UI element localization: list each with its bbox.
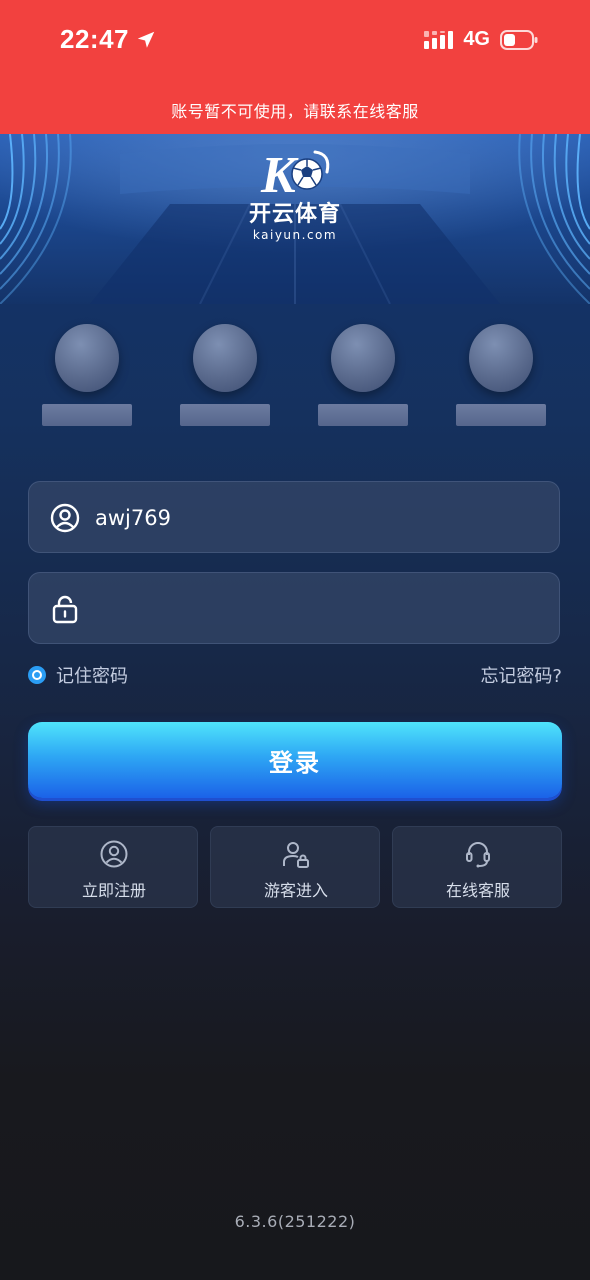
lock-icon (52, 595, 78, 624)
saved-accounts (0, 322, 590, 432)
brand-name: 开云体育 (248, 202, 341, 227)
guest-user-icon (283, 842, 309, 868)
forgot-password-link[interactable]: 忘记密码? (480, 662, 562, 688)
status-bar: 22:47 4G (0, 0, 590, 80)
account-name-placeholder (42, 404, 132, 426)
signal-icon (424, 30, 454, 49)
register-button[interactable]: 立即注册 (28, 826, 198, 908)
account-name-placeholder (456, 404, 546, 426)
status-time: 22:47 (60, 24, 129, 54)
network-type: 4G (463, 28, 490, 50)
battery-icon (500, 29, 538, 50)
notice-banner: 22:47 4G 账号暂不可使用，请联系在线客服 (0, 0, 590, 134)
login-button[interactable]: 登录 (28, 722, 562, 798)
remember-password[interactable]: 记住密码 (28, 662, 128, 688)
status-indicators: 4G (423, 28, 538, 51)
app-version: 6.3.6(251222) (234, 1212, 356, 1231)
login-screen: 22:47 4G 账号暂不可使用，请联系在线客服 K 开云体育 kaiyun.c… (0, 0, 590, 1280)
brand-domain: kaiyun.com (252, 228, 338, 242)
user-circle-icon (50, 503, 80, 533)
avatar (55, 324, 119, 392)
password-field (28, 572, 560, 644)
saved-account[interactable] (180, 322, 270, 432)
saved-account[interactable] (456, 322, 546, 432)
user-circle-icon (100, 840, 128, 868)
remember-label: 记住密码 (56, 666, 128, 687)
avatar (469, 324, 533, 392)
status-time-group: 22:47 (60, 24, 157, 55)
username-input[interactable] (95, 498, 535, 538)
account-name-placeholder (318, 404, 408, 426)
headset-icon (466, 842, 490, 868)
saved-account[interactable] (42, 322, 132, 432)
guest-login-button[interactable]: 游客进入 (210, 826, 380, 908)
guest-login-label: 游客进入 (263, 881, 328, 900)
password-input[interactable] (95, 589, 535, 629)
remember-checkbox[interactable] (28, 666, 46, 684)
saved-account[interactable] (318, 322, 408, 432)
avatar (193, 324, 257, 392)
account-name-placeholder (180, 404, 270, 426)
avatar (331, 324, 395, 392)
customer-service-button[interactable]: 在线客服 (392, 826, 562, 908)
location-arrow-icon (137, 31, 155, 48)
kaiyun-logo-icon: K (260, 147, 330, 200)
customer-service-label: 在线客服 (445, 881, 510, 900)
account-notice: 账号暂不可使用，请联系在线客服 (171, 102, 419, 121)
hero-banner: K 开云体育 kaiyun.com (0, 134, 590, 304)
brand-logo: K 开云体育 kaiyun.com (225, 144, 365, 254)
register-label: 立即注册 (81, 881, 146, 900)
username-field (28, 481, 560, 553)
